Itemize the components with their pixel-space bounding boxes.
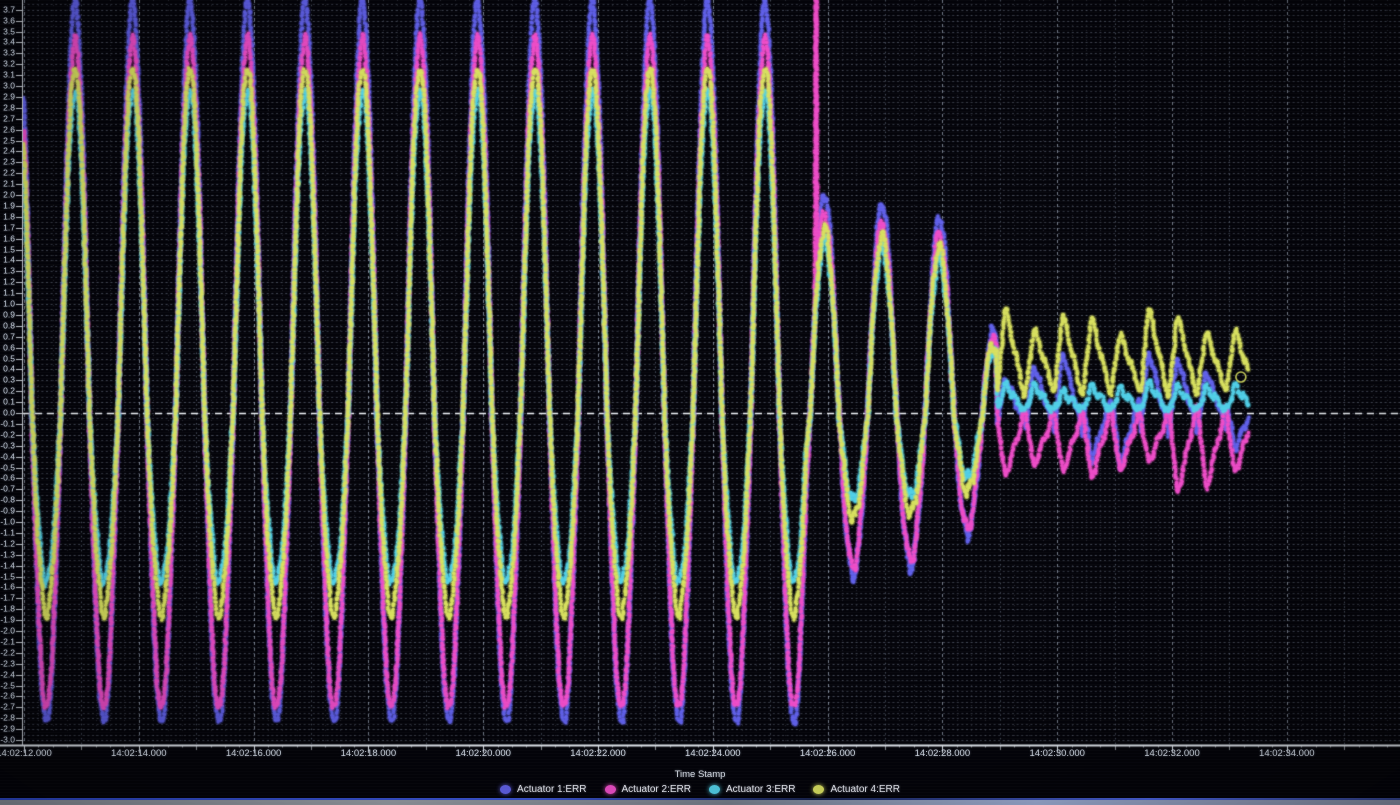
y-axis-tick-label: 0.2 — [0, 387, 15, 396]
y-axis-tick-label: -2.0 — [0, 627, 15, 636]
x-axis-tick-label: 14:02:22.000 — [570, 748, 625, 759]
y-axis-tick-label: 2.2 — [0, 169, 15, 178]
y-axis-tick-label: 0.9 — [0, 310, 15, 319]
x-axis-tick-label: 14:02:18.000 — [341, 748, 396, 759]
y-axis-tick-label: 0.7 — [0, 332, 15, 341]
y-axis-tick-label: 3.4 — [0, 38, 15, 47]
y-axis-tick-label: -0.1 — [0, 419, 15, 428]
y-axis-tick-label: 1.3 — [0, 267, 15, 276]
y-axis-tick-label: 2.8 — [0, 103, 15, 112]
y-axis-tick-label: 2.6 — [0, 125, 15, 134]
screen-bezel — [0, 800, 1400, 805]
y-axis-tick-label: -2.1 — [0, 637, 15, 646]
legend-label: Actuator 2:ERR — [622, 784, 691, 795]
y-axis-tick-label: 0.6 — [0, 343, 15, 352]
y-axis-tick-label: -1.1 — [0, 528, 15, 537]
x-axis-tick-label: 14:02:14.000 — [111, 748, 166, 759]
y-axis-tick-label: 0.0 — [0, 409, 15, 418]
x-axis-tick-label: 14:02:26.000 — [800, 748, 855, 759]
legend-series-marker-icon — [709, 785, 720, 794]
y-axis-tick-label: 3.2 — [0, 60, 15, 69]
chart-plot-area[interactable] — [0, 0, 1400, 805]
y-axis-tick-label: 2.7 — [0, 114, 15, 123]
y-axis-tick-label: -0.5 — [0, 463, 15, 472]
y-axis-tick-label: 3.7 — [0, 5, 15, 14]
y-axis-tick-label: 0.1 — [0, 398, 15, 407]
legend-series-marker-icon — [500, 785, 511, 794]
y-axis-tick-label: -0.8 — [0, 496, 15, 505]
legend-item[interactable]: Actuator 3:ERR — [709, 784, 795, 795]
legend-series-marker-icon — [605, 785, 616, 794]
y-axis-tick-label: -1.4 — [0, 561, 15, 570]
y-axis-tick-label: 3.5 — [0, 27, 15, 36]
y-axis-tick-label: -2.3 — [0, 659, 15, 668]
y-axis-tick-label: 3.1 — [0, 71, 15, 80]
legend-item[interactable]: Actuator 4:ERR — [813, 784, 899, 795]
y-axis-tick-label: -2.7 — [0, 703, 15, 712]
y-axis-tick-label: -1.7 — [0, 594, 15, 603]
x-axis-tick-label: 14:02:16.000 — [226, 748, 281, 759]
chart-legend: Actuator 1:ERR Actuator 2:ERR Actuator 3:E… — [0, 784, 1400, 795]
y-axis-tick-label: 3.6 — [0, 16, 15, 25]
y-axis-tick-label: 1.1 — [0, 289, 15, 298]
y-axis-tick-label: -2.4 — [0, 670, 15, 679]
y-axis-tick-label: -2.6 — [0, 692, 15, 701]
legend-label: Actuator 3:ERR — [726, 784, 795, 795]
y-axis-tick-label: 3.3 — [0, 49, 15, 58]
oscilloscope-screen: 3.7 3.6 3.5 3.4 3.3 3.2 3.1 3.02.9 2.8 2.7 2.6 2.5 2… — [0, 0, 1400, 805]
y-axis-tick-label: 1.8 — [0, 212, 15, 221]
y-axis-tick-label: 1.4 — [0, 256, 15, 265]
y-axis-tick-label: 2.9 — [0, 92, 15, 101]
y-axis-tick-label: -1.5 — [0, 572, 15, 581]
x-axis-tick-label: 14:02:20.000 — [455, 748, 510, 759]
legend-item[interactable]: Actuator 1:ERR — [500, 784, 586, 795]
y-axis-tick-label: -2.9 — [0, 725, 15, 734]
y-axis-tick-label: 1.7 — [0, 223, 15, 232]
legend-item[interactable]: Actuator 2:ERR — [605, 784, 691, 795]
y-axis-tick-label: -2.8 — [0, 714, 15, 723]
y-axis-tick-label: 1.5 — [0, 245, 15, 254]
legend-label: Actuator 4:ERR — [830, 784, 899, 795]
y-axis-tick-label: 0.4 — [0, 365, 15, 374]
y-axis-tick-label: 0.3 — [0, 376, 15, 385]
y-axis-tick-label: -3.0 — [0, 736, 15, 745]
y-axis-tick-label: -0.2 — [0, 430, 15, 439]
y-axis-tick-label: -2.5 — [0, 681, 15, 690]
legend-series-marker-icon — [813, 785, 824, 794]
y-axis-tick-label: 2.1 — [0, 180, 15, 189]
y-axis-tick-label: -1.8 — [0, 605, 15, 614]
y-axis-tick-label: 3.0 — [0, 82, 15, 91]
x-axis-tick-label: 14:02:28.000 — [915, 748, 970, 759]
y-axis-tick-label: -0.3 — [0, 441, 15, 450]
y-axis-tick-label: -2.2 — [0, 648, 15, 657]
y-axis-tick-label: 1.9 — [0, 201, 15, 210]
y-axis-tick-label: 2.4 — [0, 147, 15, 156]
y-axis-tick-label: -0.9 — [0, 507, 15, 516]
y-axis-tick-label: 1.2 — [0, 278, 15, 287]
y-axis-tick-label: -0.6 — [0, 474, 15, 483]
y-axis-tick-label: -0.4 — [0, 452, 15, 461]
y-axis-tick-label: 0.5 — [0, 354, 15, 363]
x-axis-tick-label: 14:02:12.000 — [0, 748, 52, 759]
x-axis-tick-label: 14:02:32.000 — [1144, 748, 1199, 759]
y-axis-tick-label: 2.0 — [0, 191, 15, 200]
x-axis-tick-label: 14:02:24.000 — [685, 748, 740, 759]
y-axis-tick-label: -1.2 — [0, 539, 15, 548]
legend-label: Actuator 1:ERR — [517, 784, 586, 795]
y-axis-tick-label: 2.3 — [0, 158, 15, 167]
y-axis-tick-label: 0.8 — [0, 321, 15, 330]
y-axis-tick-label: 1.6 — [0, 234, 15, 243]
x-axis-title: Time Stamp — [675, 769, 726, 780]
y-axis-tick-label: -1.3 — [0, 550, 15, 559]
y-axis-tick-label: -1.6 — [0, 583, 15, 592]
y-axis-tick-label: -0.7 — [0, 485, 15, 494]
x-axis-tick-label: 14:02:30.000 — [1029, 748, 1084, 759]
x-axis-tick-label: 14:02:34.000 — [1259, 748, 1314, 759]
y-axis-tick-label: -1.9 — [0, 616, 15, 625]
y-axis-tick-label: 2.5 — [0, 136, 15, 145]
y-axis-tick-label: 1.0 — [0, 300, 15, 309]
y-axis-tick-label: -1.0 — [0, 518, 15, 527]
